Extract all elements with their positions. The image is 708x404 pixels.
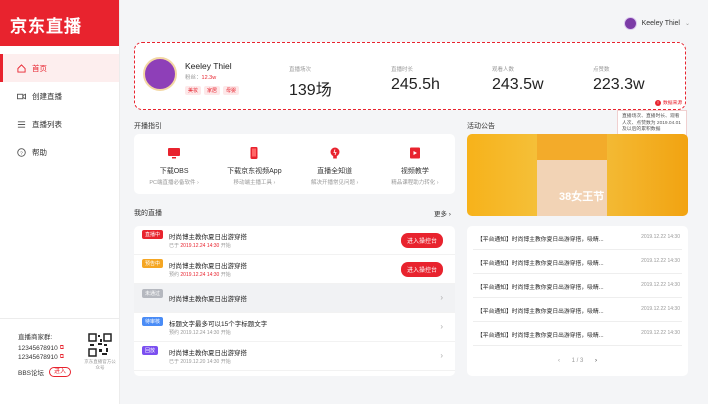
bbs-enter-button[interactable]: 进入	[49, 367, 72, 377]
bbs-label: BBS论坛	[18, 370, 45, 377]
live-title: 时尚博主教你夏日出游穿搭	[169, 296, 247, 303]
list-icon	[16, 119, 26, 129]
live-title: 时尚博主教你夏日出游穿搭	[169, 263, 247, 270]
phone-icon	[250, 147, 258, 159]
live-meta: 已于 2019.12.24 14:30 开始	[169, 243, 231, 249]
status-badge: 待审核	[142, 317, 164, 326]
guide-item-obs[interactable]: 下载OBS PC端直播必备软件 ›	[134, 146, 214, 186]
profile-card: Keeley Thiel 粉丝：12.3w 美妆 家居 母婴 直播场次 139场…	[134, 42, 686, 110]
live-meta: 预约 2019.12.24 14:30 开始	[169, 330, 231, 336]
qr-caption: 京东直播官方公众号	[84, 359, 116, 370]
banner-hair-image	[537, 134, 607, 160]
list-item[interactable]: 【平台通知】时尚博主教你夏日出游穿搭，吸睛... 2019.12.22 14:30	[473, 322, 682, 346]
mylive-title: 我的直播	[134, 210, 162, 217]
activity-banner[interactable]: 38女王节	[467, 134, 688, 216]
profile-tag: 母婴	[223, 86, 240, 95]
video-lesson-icon	[409, 147, 420, 159]
copy-icon[interactable]: ⧉	[60, 354, 64, 361]
guide-item-faq[interactable]: 直播全知道 解决开播常见问题 ›	[295, 146, 375, 186]
sidebar: 京东直播 首页 创建直播 直播列表 ? 帮助 直播商家群: 1234567891…	[0, 0, 120, 404]
chevron-right-icon: ›	[440, 322, 443, 331]
enter-console-button[interactable]: 进入操控台	[400, 233, 443, 248]
bulb-icon	[330, 147, 340, 159]
banner-text: 38女王节	[559, 191, 605, 203]
live-title: 标题文字最多可以15个字标题文字	[169, 321, 268, 328]
chevron-down-icon: ⌄	[684, 20, 690, 27]
live-title: 时尚博主教你夏日出游穿搭	[169, 234, 247, 241]
live-meta: 预约 2019.12.24 14:30 开始	[169, 272, 231, 278]
status-badge: 未通过	[142, 289, 164, 298]
home-icon	[16, 63, 26, 73]
guide-card: 下载OBS PC端直播必备软件 › 下载京东视频App 移动端主播工具 › 直播…	[134, 134, 455, 194]
sidebar-item-label: 直播列表	[32, 119, 62, 129]
stat-live-count: 直播场次 139场	[289, 67, 332, 99]
announce-title: 活动公告	[467, 123, 495, 130]
guide-item-tutorial[interactable]: 视频教学 精品课程助力转化 ›	[375, 146, 455, 186]
guide-title: 开播指引	[134, 123, 162, 130]
list-item[interactable]: 【平台通知】时尚博主教你夏日出游穿搭，吸睛... 2019.12.22 14:30	[473, 274, 682, 298]
stat-viewers: 观看人数 243.5w	[492, 67, 544, 93]
list-item[interactable]: 预告中 时尚博主教你夏日出游穿搭 预约 2019.12.24 14:30 开始 …	[134, 255, 455, 284]
guide-item-app[interactable]: 下载京东视频App 移动端主播工具 ›	[214, 146, 294, 186]
sidebar-item-label: 帮助	[32, 147, 47, 157]
status-badge: 回放	[142, 346, 159, 355]
help-icon: ?	[16, 147, 26, 157]
qr-code-icon	[88, 333, 112, 357]
enter-console-button[interactable]: 进入操控台	[400, 262, 443, 277]
sidebar-item-help[interactable]: ? 帮助	[0, 138, 119, 166]
video-icon	[16, 91, 26, 101]
sidebar-item-label: 创建直播	[32, 91, 62, 101]
chevron-right-icon: ›	[440, 351, 443, 360]
sidebar-item-create-live[interactable]: 创建直播	[0, 82, 119, 110]
profile-tag: 家居	[204, 86, 221, 95]
user-menu[interactable]: Keeley Thiel ⌄	[623, 16, 690, 30]
status-badge: 直播中	[142, 230, 164, 239]
top-bar: Keeley Thiel ⌄	[120, 0, 708, 46]
info-icon: !	[655, 99, 661, 106]
svg-text:?: ?	[19, 150, 22, 156]
mylive-more-link[interactable]: 更多 ›	[434, 208, 451, 218]
list-item[interactable]: 【平台通知】时尚博主教你夏日出游穿搭，吸睛... 2019.12.22 14:30	[473, 298, 682, 322]
profile-name: Keeley Thiel	[185, 61, 232, 71]
profile-tags: 美妆 家居 母婴	[185, 86, 242, 95]
list-item[interactable]: 回放 时尚博主教你夏日出游穿搭 已于 2019.12.20 14:30 开始 ›	[134, 342, 455, 371]
pagination: ‹ 1 / 3 ›	[467, 358, 688, 364]
next-page-icon[interactable]: ›	[595, 358, 597, 364]
status-badge: 预告中	[142, 259, 164, 268]
sidebar-nav: 首页 创建直播 直播列表 ? 帮助	[0, 54, 119, 166]
live-meta: 已于 2019.12.20 14:30 开始	[169, 359, 231, 365]
sidebar-item-home[interactable]: 首页	[0, 54, 119, 82]
chevron-right-icon: ›	[440, 293, 443, 302]
live-title: 时尚博主教你夏日出游穿搭	[169, 350, 247, 357]
profile-fans: 粉丝：12.3w	[185, 75, 217, 81]
profile-tag: 美妆	[185, 86, 202, 95]
contact-panel: 直播商家群: 12345678910 ⧉ 12345678910 ⧉ BBS论坛 进…	[0, 318, 120, 404]
stat-likes: 点赞数 223.3w	[593, 67, 645, 93]
mylive-list: 直播中 时尚博主教你夏日出游穿搭 已于 2019.12.24 14:30 开始 …	[134, 226, 455, 376]
sidebar-item-live-list[interactable]: 直播列表	[0, 110, 119, 138]
data-source-badge[interactable]: ! 数据来源	[655, 99, 682, 106]
list-item[interactable]: 【平台通知】时尚博主教你夏日出游穿搭，吸睛... 2019.12.22 14:30	[473, 226, 682, 250]
sidebar-item-label: 首页	[32, 63, 47, 73]
avatar	[623, 16, 637, 30]
monitor-icon	[168, 148, 181, 159]
list-item[interactable]: 【平台通知】时尚博主教你夏日出游穿搭，吸睛... 2019.12.22 14:30	[473, 250, 682, 274]
prev-page-icon[interactable]: ‹	[558, 358, 560, 364]
copy-icon[interactable]: ⧉	[60, 345, 64, 352]
page-indicator: 1 / 3	[571, 358, 584, 364]
list-item[interactable]: 直播中 时尚博主教你夏日出游穿搭 已于 2019.12.24 14:30 开始 …	[134, 226, 455, 255]
list-item[interactable]: 未通过 时尚博主教你夏日出游穿搭 ›	[134, 284, 455, 313]
stat-live-duration: 直播时长 245.5h	[391, 67, 440, 93]
user-name: Keeley Thiel	[641, 19, 680, 27]
list-item[interactable]: 待审核 标题文字最多可以15个字标题文字 预约 2019.12.24 14:30…	[134, 313, 455, 342]
app-logo[interactable]: 京东直播	[0, 0, 119, 46]
profile-avatar	[143, 57, 177, 91]
notice-list: 【平台通知】时尚博主教你夏日出游穿搭，吸睛... 2019.12.22 14:30…	[467, 226, 688, 376]
